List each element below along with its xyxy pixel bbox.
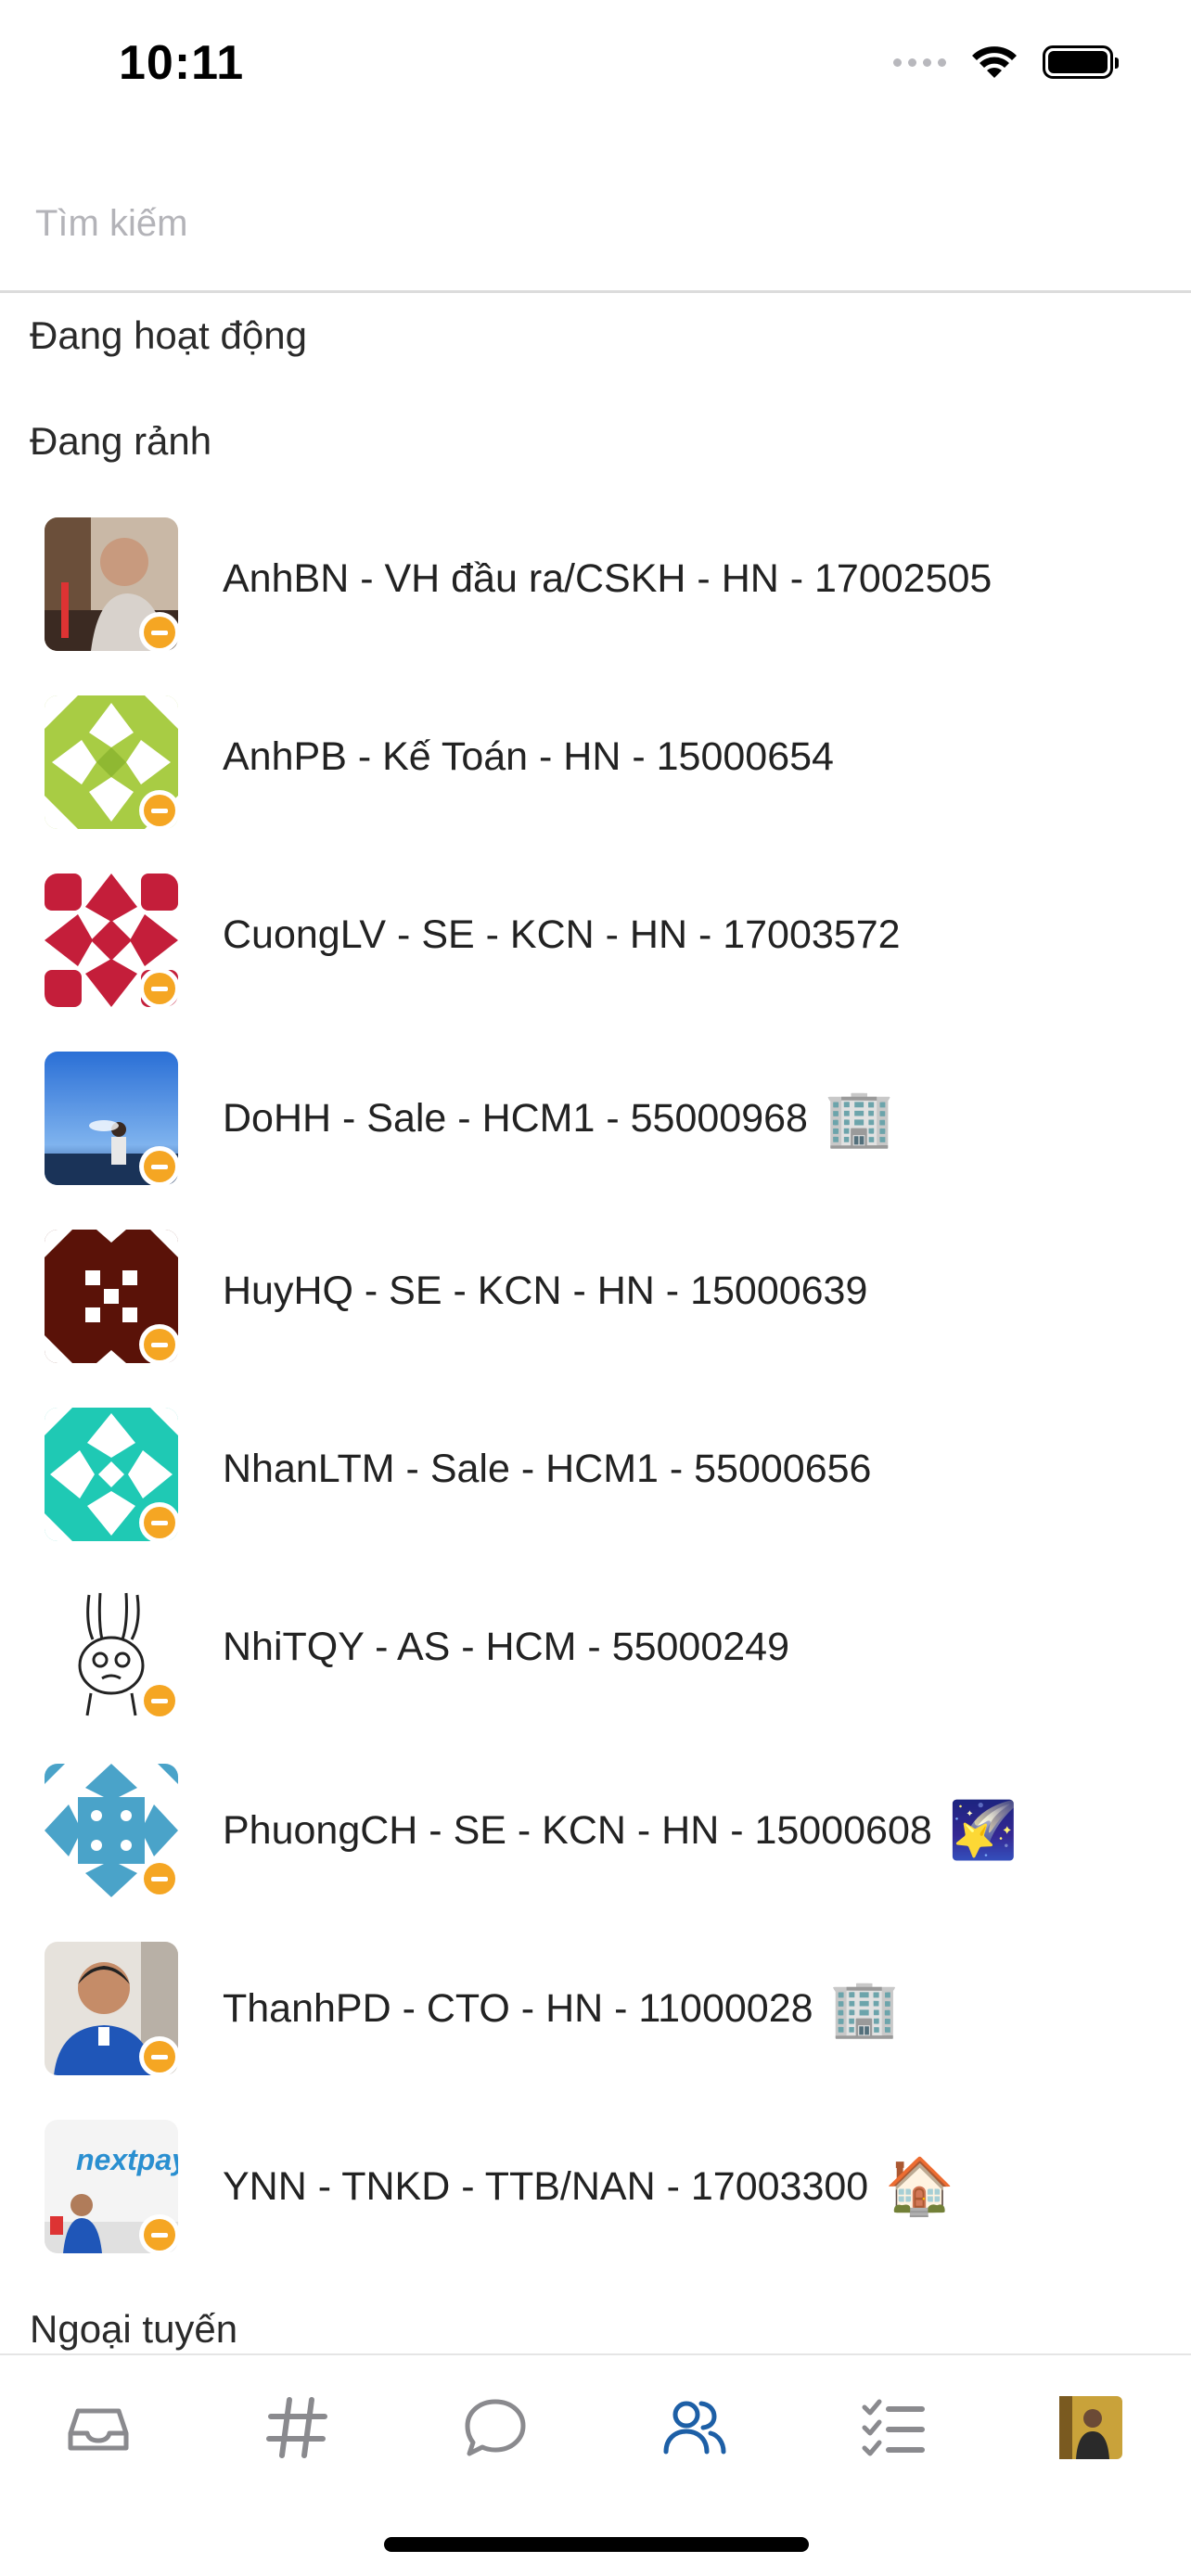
shooting-star-emoji-icon: 🌠 <box>948 1798 1018 1863</box>
member-name: PhuongCH - SE - KCN - HN - 15000608 <box>223 1807 932 1853</box>
hash-icon <box>266 2397 327 2458</box>
away-status-icon <box>139 1680 180 1721</box>
member-row[interactable]: HuyHQ - SE - KCN - HN - 15000639 <box>0 1220 1191 1398</box>
away-status-icon <box>139 1502 180 1543</box>
member-row[interactable]: CuongLV - SE - KCN - HN - 17003572 <box>0 864 1191 1042</box>
member-name: YNN - TNKD - TTB/NAN - 17003300 <box>223 2163 869 2209</box>
away-status-icon <box>139 1324 180 1365</box>
wifi-icon <box>972 46 1017 78</box>
tab-inbox[interactable] <box>63 2392 134 2463</box>
house-emoji-icon: 🏠 <box>885 2154 954 2219</box>
member-row[interactable]: NhanLTM - Sale - HCM1 - 55000656 <box>0 1398 1191 1576</box>
home-indicator[interactable] <box>384 2537 809 2552</box>
tab-tasks[interactable] <box>857 2392 928 2463</box>
member-list: AnhBN - VH đầu ra/CSKH - HN - 17002505 A… <box>0 508 1191 2289</box>
section-free: Đang rảnh <box>30 419 212 463</box>
away-status-icon <box>139 2214 180 2255</box>
building-emoji-icon: 🏢 <box>824 1086 894 1151</box>
member-name: ThanhPD - CTO - HN - 11000028 <box>223 1985 813 2031</box>
search-bar <box>0 148 1191 293</box>
tab-members[interactable] <box>659 2392 729 2463</box>
member-row[interactable]: ThanhPD - CTO - HN - 11000028 🏢 <box>0 1932 1191 2111</box>
tab-messages[interactable] <box>460 2392 531 2463</box>
section-active: Đang hoạt động <box>30 313 307 357</box>
member-row[interactable]: DoHH - Sale - HCM1 - 55000968 🏢 <box>0 1042 1191 1220</box>
status-icons <box>893 45 1119 80</box>
member-name: NhanLTM - Sale - HCM1 - 55000656 <box>223 1447 872 1491</box>
away-status-icon <box>139 1858 180 1899</box>
chat-bubble-icon <box>465 2399 526 2456</box>
signal-icon <box>893 57 946 67</box>
member-name: NhiTQY - AS - HCM - 55000249 <box>223 1625 790 1669</box>
building-emoji-icon: 🏢 <box>829 1976 900 2041</box>
away-status-icon <box>139 612 180 653</box>
away-status-icon <box>139 2036 180 2077</box>
status-time: 10:11 <box>119 36 245 90</box>
member-name: AnhBN - VH đầu ra/CSKH - HN - 17002505 <box>223 556 992 601</box>
member-row[interactable]: PhuongCH - SE - KCN - HN - 15000608 🌠 <box>0 1754 1191 1932</box>
member-row[interactable]: nextpay YNN - TNKD - TTB/NAN - 17003300 … <box>0 2111 1191 2289</box>
tab-bar <box>0 2353 1191 2494</box>
member-row[interactable]: NhiTQY - AS - HCM - 55000249 <box>0 1576 1191 1754</box>
user-avatar <box>1059 2396 1122 2459</box>
member-name: CuongLV - SE - KCN - HN - 17003572 <box>223 912 901 957</box>
away-status-icon <box>139 968 180 1009</box>
member-name: AnhPB - Kế Toán - HN - 15000654 <box>223 734 834 779</box>
away-status-icon <box>139 790 180 831</box>
tab-profile[interactable] <box>1056 2392 1126 2463</box>
member-row[interactable]: AnhPB - Kế Toán - HN - 15000654 <box>0 686 1191 864</box>
people-icon <box>663 2401 726 2455</box>
checklist-icon <box>862 2399 925 2456</box>
away-status-icon <box>139 1146 180 1187</box>
status-bar: 10:11 <box>0 0 1191 139</box>
member-row[interactable]: AnhBN - VH đầu ra/CSKH - HN - 17002505 <box>0 508 1191 686</box>
search-input[interactable] <box>33 185 1150 261</box>
tab-channels[interactable] <box>262 2392 332 2463</box>
member-name: DoHH - Sale - HCM1 - 55000968 <box>223 1095 808 1141</box>
battery-icon <box>1043 45 1119 79</box>
member-name: HuyHQ - SE - KCN - HN - 15000639 <box>223 1269 868 1313</box>
inbox-icon <box>68 2408 129 2451</box>
section-offline: Ngoại tuyến <box>30 2307 238 2351</box>
nextpay-logo-text: nextpay <box>76 2143 178 2176</box>
